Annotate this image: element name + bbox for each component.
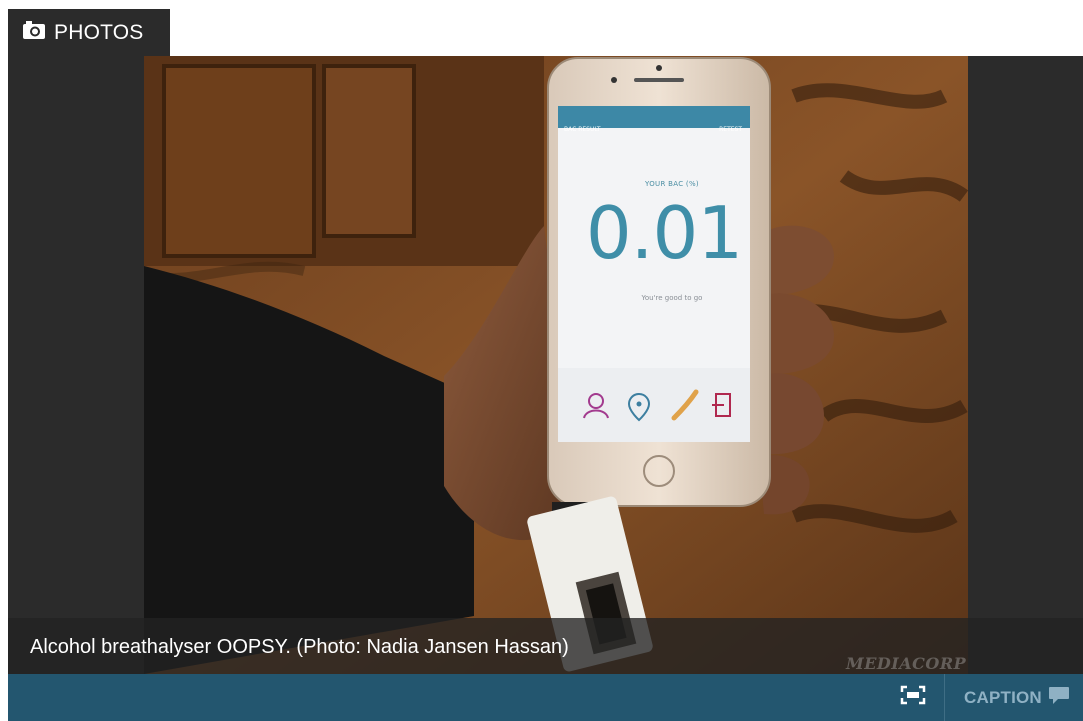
bac-message: You're good to go [641, 294, 703, 302]
caption-toggle-button[interactable]: CAPTION [952, 674, 1083, 721]
screen-header-retest: RETEST [719, 126, 742, 133]
bac-heading: YOUR BAC (%) [645, 180, 699, 188]
gallery-photo[interactable]: BAC RESULT RETEST YOUR BAC (%) 0.01 You'… [144, 56, 968, 674]
speech-bubble-icon [1048, 685, 1070, 710]
photo-caption: Alcohol breathalyser OOPSY. (Photo: Nadi… [30, 636, 569, 658]
photo-gallery-widget: PHOTOS BAC RESULT RETEST YOUR BAC (%) 0.… [0, 0, 1083, 721]
photos-tab[interactable]: PHOTOS [8, 9, 170, 56]
fullscreen-icon [900, 685, 926, 710]
screen-header-title: BAC RESULT [564, 126, 601, 133]
app-screen-header: BAC RESULT RETEST [558, 122, 750, 138]
caption-button-label: CAPTION [964, 687, 1042, 707]
fullscreen-button[interactable] [882, 674, 944, 721]
bac-value: 0.01 [585, 191, 743, 275]
photo-illustration [144, 56, 968, 674]
control-divider [944, 674, 945, 721]
mediacorp-watermark: MEDIACORP [846, 654, 967, 673]
tab-label: PHOTOS [54, 20, 144, 44]
gallery-control-bar: CAPTION [8, 674, 1083, 721]
photo-viewer: BAC RESULT RETEST YOUR BAC (%) 0.01 You'… [8, 56, 1083, 674]
camera-icon [22, 20, 46, 45]
